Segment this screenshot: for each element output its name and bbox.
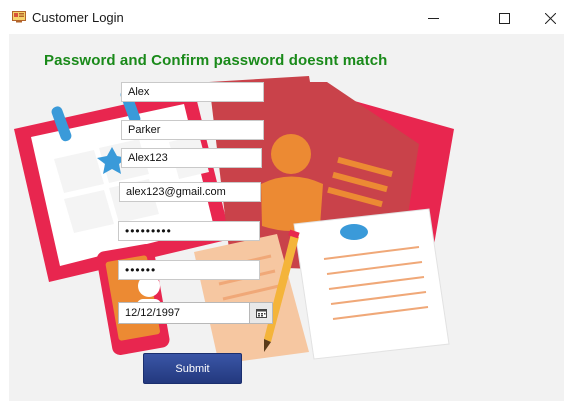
dob-value: 12/12/1997 — [125, 307, 181, 319]
title-bar[interactable]: Customer Login — [0, 0, 573, 34]
window-title: Customer Login — [32, 10, 124, 25]
minimize-icon — [427, 17, 439, 19]
first-name-field[interactable]: Alex — [121, 82, 264, 102]
email-field[interactable]: alex123@gmail.com — [119, 182, 261, 202]
app-icon — [12, 11, 26, 23]
customer-login-window: Customer Login Password and Confirm pass… — [0, 0, 573, 413]
submit-button[interactable]: Submit — [143, 353, 242, 384]
last-name-field[interactable]: Parker — [121, 120, 264, 140]
calendar-dropdown-button[interactable] — [249, 303, 272, 323]
calendar-icon — [255, 308, 267, 318]
validation-message: Password and Confirm password doesnt mat… — [44, 52, 388, 69]
username-field[interactable]: Alex123 — [121, 148, 262, 168]
maximize-button[interactable] — [481, 6, 527, 30]
close-icon — [544, 12, 556, 24]
minimize-button[interactable] — [410, 6, 456, 30]
background-illustration — [14, 76, 454, 364]
paper-illustration — [293, 208, 450, 360]
form-client-area: Password and Confirm password doesnt mat… — [9, 34, 564, 401]
dob-date-picker[interactable]: 12/12/1997 — [118, 302, 273, 324]
maximize-icon — [498, 12, 510, 24]
close-button[interactable] — [527, 6, 573, 30]
confirm-password-field[interactable]: •••••• — [118, 260, 260, 280]
password-field[interactable]: ••••••••• — [118, 221, 260, 241]
